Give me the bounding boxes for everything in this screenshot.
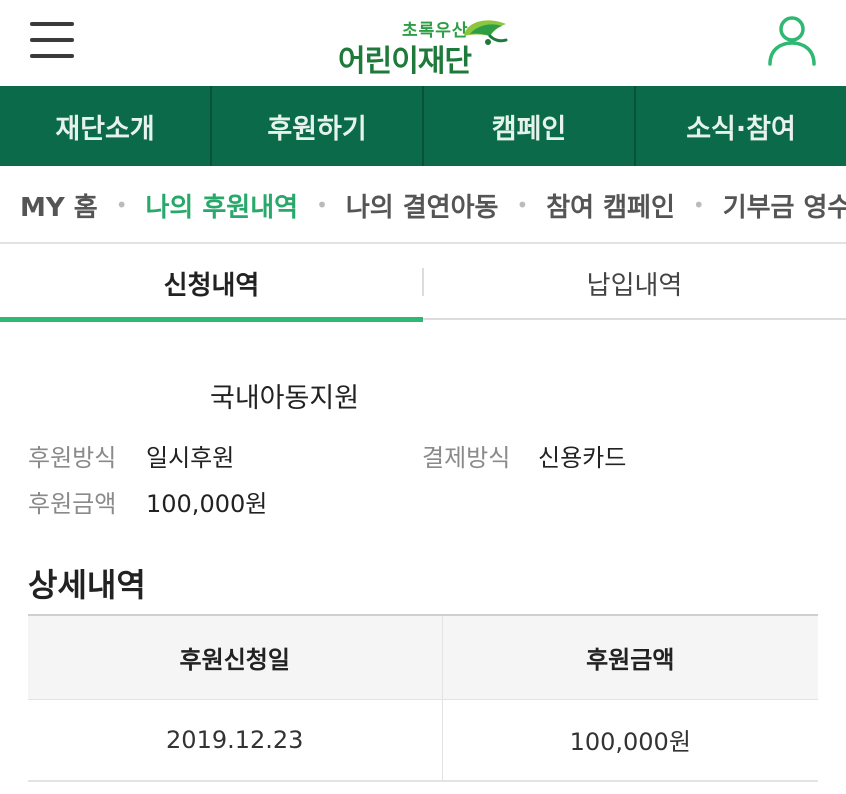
donation-method-label: 후원방식 (28, 444, 117, 472)
detail-table: 후원신청일 후원금액 2019.12.23 100,000원 (28, 614, 818, 782)
payment-method-label: 결제방식 (422, 444, 511, 472)
subnav-sponsored-children[interactable]: 나의 결연아동 (346, 187, 499, 224)
subnav-receipt[interactable]: 기부금 영수증 (723, 187, 846, 224)
nav-foundation-intro[interactable]: 재단소개 (0, 86, 212, 166)
donation-method-value-wrap: 일시후원 (146, 438, 234, 473)
nav-campaign[interactable]: 캠페인 (424, 86, 636, 166)
tab-payments[interactable]: 납입내역 (423, 246, 846, 320)
subnav-my-donations[interactable]: 나의 후원내역 (145, 187, 298, 224)
donation-amount-value-wrap: 100,000원 (146, 484, 267, 519)
column-header-date: 후원신청일 (28, 614, 443, 700)
logo-title: 어린이재단 (338, 44, 472, 79)
app-header: 초록우산 어린이재단 (0, 0, 846, 86)
sub-navigation: MY 홈 • 나의 후원내역 • 나의 결연아동 • 참여 캠페인 • 기부금 … (0, 166, 846, 244)
program-name: 국내아동지원 (210, 383, 360, 414)
tab-bar: 신청내역 납입내역 (0, 246, 846, 322)
separator-dot: • (692, 193, 705, 217)
donation-amount-row: 후원금액 (28, 484, 116, 519)
payment-method-value: 신용카드 (538, 444, 627, 472)
separator-dot: • (516, 193, 529, 217)
donation-method-row: 후원방식 (28, 438, 116, 473)
cell-amount: 100,000원 (442, 699, 818, 782)
subnav-campaigns[interactable]: 참여 캠페인 (546, 187, 675, 224)
logo[interactable]: 초록우산 어린이재단 (338, 12, 518, 79)
cell-date: 2019.12.23 (28, 699, 443, 782)
nav-donate[interactable]: 후원하기 (212, 86, 424, 166)
separator-dot: • (115, 193, 128, 217)
table-header-row: 후원신청일 후원금액 (28, 614, 818, 700)
table-row: 2019.12.23 100,000원 (28, 699, 818, 782)
column-header-amount: 후원금액 (442, 614, 818, 700)
separator-dot: • (316, 193, 328, 217)
menu-icon[interactable] (30, 22, 74, 58)
main-navigation: 재단소개 후원하기 캠페인 소식·참여 (0, 86, 846, 166)
detail-section-title: 상세내역 (28, 566, 146, 604)
donation-amount-value: 100,000원 (146, 490, 268, 518)
donation-amount-label: 후원금액 (28, 490, 117, 518)
payment-method-row: 결제방식 (422, 438, 510, 473)
donation-method-value: 일시후원 (146, 444, 235, 472)
nav-news-participation[interactable]: 소식·참여 (636, 86, 846, 166)
user-icon[interactable] (766, 14, 818, 66)
subnav-my-home[interactable]: MY 홈 (20, 187, 98, 224)
umbrella-leaf-icon (464, 20, 508, 45)
tab-applications[interactable]: 신청내역 (0, 246, 423, 322)
payment-method-value-wrap: 신용카드 (538, 438, 626, 473)
